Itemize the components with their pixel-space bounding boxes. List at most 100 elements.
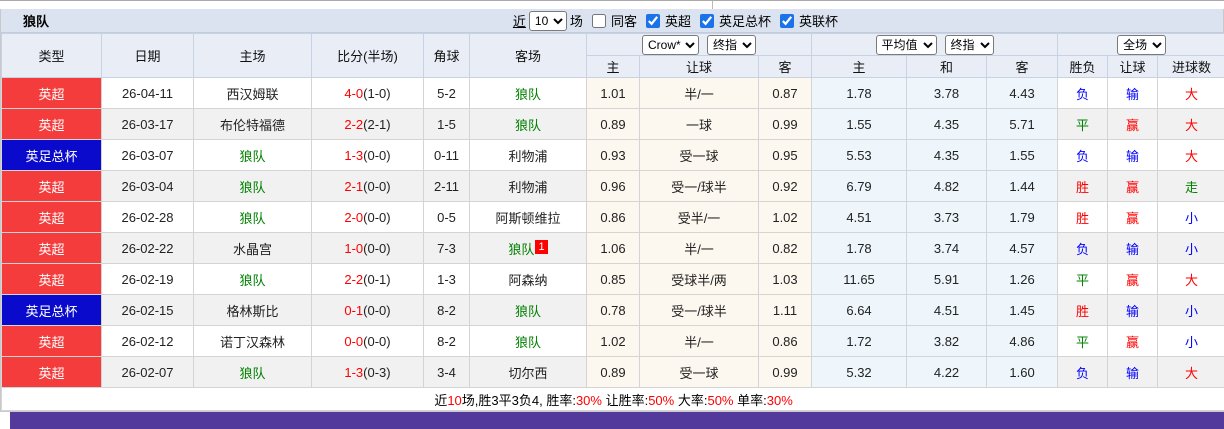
home-team: 狼队: [193, 201, 312, 233]
avg-away-odds: 1.60: [986, 356, 1059, 388]
result-header: 全场: [1057, 33, 1224, 56]
score-cell: 2-1(0-0): [311, 170, 424, 202]
result-wdl: 负: [1057, 232, 1109, 264]
corners-score: 0-11: [423, 139, 470, 171]
league-badge: 英超: [1, 170, 102, 202]
score-cell: 1-3(0-3): [311, 356, 424, 388]
table-row: 英足总杯 26-03-07 狼队 1-3(0-0) 0-11 利物浦 0.93 受一球 0.95…: [1, 139, 1224, 171]
handicap-line: 受一球: [639, 139, 759, 171]
avg-away-odds: 4.86: [986, 325, 1059, 357]
recent-link[interactable]: 近: [513, 11, 526, 30]
handicap-home-odds: 1.02: [586, 325, 640, 357]
avg-draw-odds: 3.73: [906, 201, 988, 233]
handicap-away-odds: 1.11: [757, 294, 813, 326]
league-badge: 英超: [1, 325, 102, 357]
sub-header-handicap-line: 让球: [639, 55, 759, 78]
league-badge: 英足总杯: [1, 294, 102, 326]
summary-stat-value: 50%: [707, 392, 734, 408]
match-date: 26-02-22: [101, 232, 194, 264]
table-row: 英超 26-02-07 狼队 1-3(0-3) 3-4 切尔西 0.89 受一球 0.99 5.3…: [1, 356, 1224, 388]
corners-score: 7-3: [423, 232, 470, 264]
handicap-line: 受一球: [639, 356, 759, 388]
avg-time-select[interactable]: 终指: [944, 34, 994, 55]
table-row: 英超 26-04-11 西汉姆联 4-0(1-0) 5-2 狼队 1.01 半/一 0.87 1.…: [1, 77, 1224, 109]
table-row: 英超 26-02-12 诺丁汉森林 0-0(0-0) 8-2 狼队 1.02 半/一 0.86 1…: [1, 325, 1224, 357]
full-time-score: 2-2: [344, 271, 364, 287]
league-checkbox-epl[interactable]: [645, 13, 660, 28]
handicap-home-odds: 1.01: [586, 77, 640, 109]
sub-header-wdl: 胜负: [1057, 55, 1109, 78]
handicap-away-odds: 0.92: [757, 170, 813, 202]
period-select[interactable]: 全场: [1117, 34, 1167, 55]
handicap-away-odds: 0.87: [757, 77, 813, 109]
handicap-home-odds: 0.86: [586, 201, 640, 233]
away-team: 利物浦: [469, 139, 587, 171]
header-row-top: 类型 日期 主场 比分(半场) 角球 客场 Crow* 终指 平均值 终指 全场: [1, 33, 1224, 78]
league-badge: 英超: [1, 201, 102, 233]
handicap-line: 一球: [639, 108, 759, 140]
col-header-home: 主场: [193, 33, 312, 78]
match-history-table: 类型 日期 主场 比分(半场) 角球 客场 Crow* 终指 平均值 终指 全场…: [0, 33, 1224, 411]
handicap-away-odds: 0.99: [757, 356, 813, 388]
summary-stat-value: 30%: [766, 392, 793, 408]
handicap-away-odds: 0.95: [757, 139, 813, 171]
avg-home-odds: 5.53: [811, 139, 908, 171]
match-date: 26-03-17: [101, 108, 194, 140]
result-wdl: 负: [1057, 77, 1109, 109]
avg-draw-odds: 4.82: [906, 170, 988, 202]
league-label-eflcup: 英联杯: [798, 14, 838, 29]
score-cell: 1-0(0-0): [311, 232, 424, 264]
corners-score: 8-2: [423, 294, 470, 326]
odds-company-select[interactable]: Crow*: [642, 34, 699, 55]
result-goals: 小: [1157, 201, 1224, 233]
matches-count-select[interactable]: 10: [528, 10, 567, 31]
match-date: 26-02-19: [101, 263, 194, 295]
bottom-purple-bar: [10, 412, 1224, 429]
handicap-home-odds: 0.89: [586, 108, 640, 140]
result-wdl: 负: [1057, 356, 1109, 388]
result-goals: 大: [1157, 77, 1224, 109]
match-date: 26-02-12: [101, 325, 194, 357]
handicap-home-odds: 0.85: [586, 263, 640, 295]
summary-stat-value: 10: [447, 392, 462, 408]
same-away-checkbox[interactable]: [591, 13, 606, 28]
match-date: 26-02-28: [101, 201, 194, 233]
home-team: 诺丁汉森林: [193, 325, 312, 357]
corners-score: 5-2: [423, 77, 470, 109]
summary-stat-label: 让胜率:: [601, 392, 649, 408]
half-time-score: (0-0): [363, 333, 391, 349]
filter-controls: 近 10 场 同客 英超 英足总杯 英联杯: [513, 10, 838, 31]
title-bar: 狼队 近 10 场 同客 英超 英足总杯 英联杯: [1, 9, 1223, 33]
half-time-score: (0-0): [363, 302, 391, 318]
league-badge: 英超: [1, 108, 102, 140]
full-time-score: 2-1: [344, 178, 364, 194]
sub-header-handicap-away: 客: [757, 55, 813, 78]
team-title: 狼队: [23, 14, 50, 29]
away-team: 阿斯顿维拉: [469, 201, 587, 233]
handicap-line: 受球半/两: [639, 263, 759, 295]
league-checkbox-eflcup[interactable]: [779, 13, 794, 28]
table-row: 英超 26-02-28 狼队 2-0(0-0) 0-5 阿斯顿维拉 0.86 受半/一 1.02…: [1, 201, 1224, 233]
avg-home-odds: 1.72: [811, 325, 908, 357]
league-checkbox-facup[interactable]: [699, 13, 714, 28]
handicap-home-odds: 0.78: [586, 294, 640, 326]
avg-away-odds: 4.43: [986, 77, 1059, 109]
odds-time-select[interactable]: 终指: [707, 34, 756, 55]
same-away-label: 同客: [610, 14, 637, 29]
result-goals: 大: [1157, 356, 1224, 388]
home-team: 狼队: [193, 263, 312, 295]
result-handicap: 赢: [1107, 325, 1159, 357]
result-handicap: 赢: [1107, 263, 1159, 295]
handicap-home-odds: 1.06: [586, 232, 640, 264]
result-goals: 小: [1157, 325, 1224, 357]
handicap-away-odds: 0.99: [757, 108, 813, 140]
result-handicap: 赢: [1107, 170, 1159, 202]
col-header-corners: 角球: [423, 33, 470, 78]
score-cell: 0-0(0-0): [311, 325, 424, 357]
avg-home-odds: 5.32: [811, 356, 908, 388]
score-cell: 4-0(1-0): [311, 77, 424, 109]
avg-source-select[interactable]: 平均值: [875, 34, 937, 55]
result-goals: 大: [1157, 108, 1224, 140]
handicap-home-odds: 0.93: [586, 139, 640, 171]
full-time-score: 2-0: [344, 209, 364, 225]
